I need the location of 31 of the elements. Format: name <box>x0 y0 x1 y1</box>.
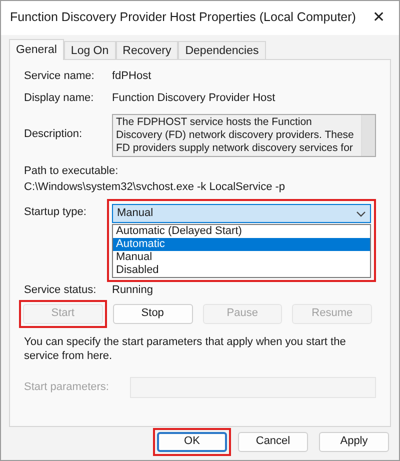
dialog-button[interactable]: Cancel <box>238 432 308 452</box>
dropdown-option[interactable]: Disabled <box>113 264 370 277</box>
field-value: Function Discovery Provider Host <box>112 92 276 106</box>
field-label: Display name: <box>24 92 95 106</box>
dropdown-value: Manual <box>117 206 154 220</box>
field-label: Start parameters: <box>24 380 110 395</box>
field-value: fdPHost <box>112 70 152 84</box>
status-value: Running <box>112 284 154 298</box>
description-text: The FDPHOST service hosts the Function Discovery (FD) network discovery providers. These FD providers supply network discovery services for <box>115 114 355 156</box>
tab[interactable]: Log On <box>64 40 116 59</box>
path-value: C:\Windows\system32\svchost.exe -k LocalService -p <box>24 181 286 195</box>
chevron-icon <box>356 210 366 216</box>
dropdown-option[interactable]: Automatic (Delayed Start) <box>113 225 370 238</box>
field-label: Service status: <box>24 284 98 298</box>
tab[interactable]: Dependencies <box>178 40 266 59</box>
close-button[interactable]: ✕ <box>359 1 399 35</box>
tab[interactable]: Recovery <box>116 40 178 59</box>
service-button[interactable]: Stop <box>112 304 192 324</box>
path-label: Path to executable: <box>24 164 120 178</box>
dropdown-option[interactable]: Automatic <box>113 238 370 251</box>
tab[interactable]: General <box>9 38 64 60</box>
dialog-button[interactable]: OK <box>157 432 227 452</box>
window-title: Function Discovery Provider Host Properties (Local Computer) <box>10 10 356 26</box>
startup-type-dropdown[interactable]: Manual <box>112 204 371 223</box>
field-label: Service name: <box>24 70 96 84</box>
dropdown-option[interactable]: Manual <box>113 251 370 264</box>
scrollbar <box>361 114 375 156</box>
dialog-button[interactable]: Apply <box>319 432 389 452</box>
hint-text: You can specify the start parameters that apply when you start the service from here. <box>24 336 347 364</box>
field-label: Description: <box>24 128 84 142</box>
field-label: Startup type: <box>24 206 88 220</box>
